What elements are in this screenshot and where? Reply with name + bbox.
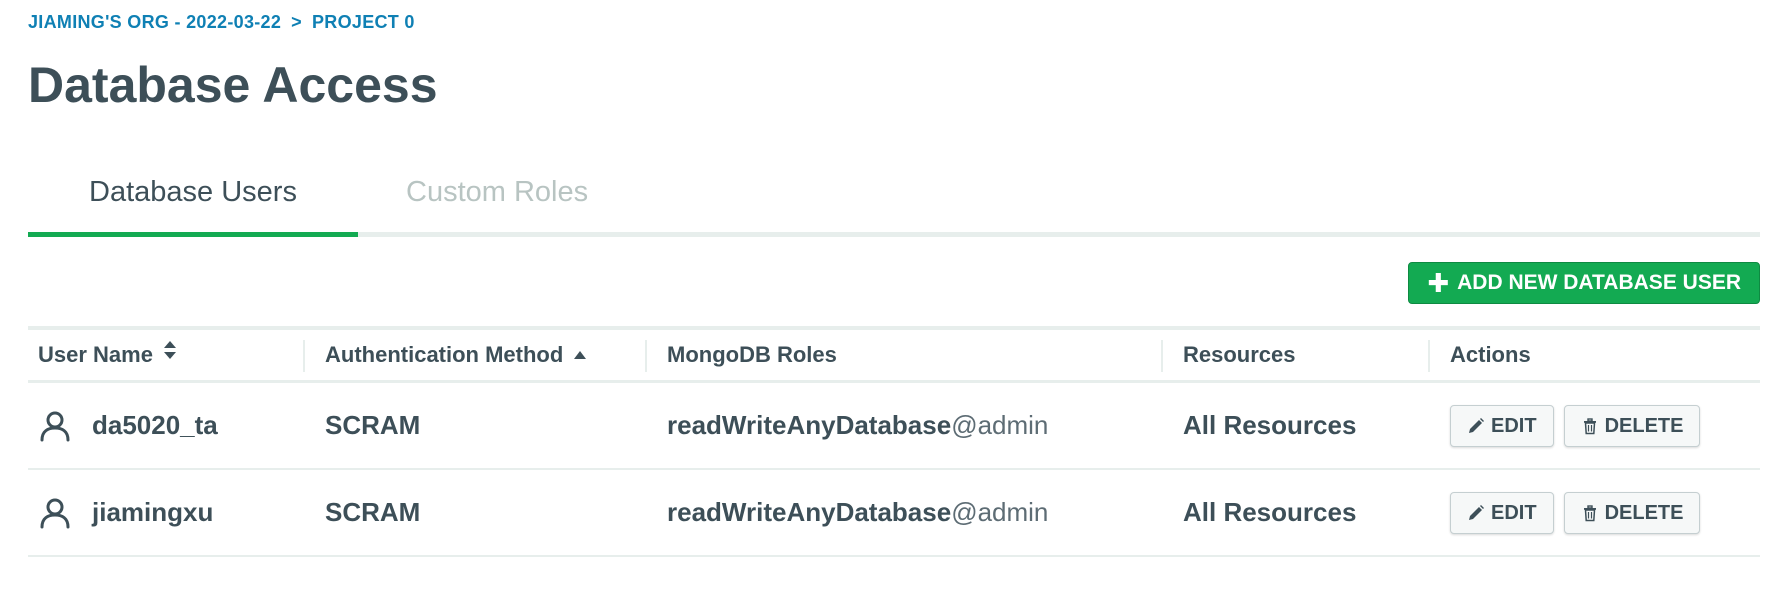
user-name: da5020_ta bbox=[92, 410, 218, 440]
auth-method-cell: SCRAM bbox=[325, 497, 421, 527]
edit-button-label: EDIT bbox=[1491, 414, 1537, 437]
tab-bar: Database Users Custom Roles bbox=[28, 164, 1760, 237]
roles-cell: readWriteAnyDatabase@admin bbox=[667, 383, 1048, 468]
actions-cell: EDIT DELETE bbox=[1450, 383, 1701, 468]
role-name: readWriteAnyDatabase bbox=[667, 497, 952, 527]
pencil-icon bbox=[1469, 417, 1484, 433]
table-row: jiamingxu SCRAM readWriteAnyDatabase@adm… bbox=[28, 470, 1760, 557]
table-row: da5020_ta SCRAM readWriteAnyDatabase@adm… bbox=[28, 383, 1760, 470]
user-name: jiamingxu bbox=[92, 497, 214, 527]
user-name-cell: jiamingxu bbox=[38, 470, 213, 555]
trash-icon bbox=[1583, 504, 1596, 521]
breadcrumb-project-link[interactable]: PROJECT 0 bbox=[312, 12, 415, 32]
delete-button-label: DELETE bbox=[1604, 414, 1684, 437]
edit-button-label: EDIT bbox=[1491, 501, 1537, 524]
person-icon bbox=[40, 411, 70, 441]
column-header-mongodb-roles: MongoDB Roles bbox=[667, 342, 837, 367]
actions-cell: EDIT DELETE bbox=[1450, 470, 1701, 555]
tab-database-users[interactable]: Database Users bbox=[28, 164, 358, 237]
page-title: Database Access bbox=[28, 57, 438, 113]
column-divider bbox=[1161, 340, 1163, 372]
delete-button[interactable]: DELETE bbox=[1563, 491, 1701, 534]
edit-button[interactable]: EDIT bbox=[1450, 404, 1554, 447]
add-new-database-user-label: ADD NEW DATABASE USER bbox=[1457, 271, 1741, 294]
breadcrumb: JIAMING'S ORG - 2022-03-22 > PROJECT 0 bbox=[28, 12, 415, 33]
pencil-icon bbox=[1469, 504, 1484, 520]
database-users-table: User Name Authentication Method MongoDB … bbox=[28, 326, 1760, 557]
role-database: @admin bbox=[951, 410, 1049, 440]
edit-button[interactable]: EDIT bbox=[1450, 491, 1554, 534]
column-header-resources: Resources bbox=[1183, 342, 1296, 367]
plus-icon: ✚ bbox=[1427, 268, 1450, 298]
column-header-actions: Actions bbox=[1450, 342, 1531, 367]
column-header-authentication-method[interactable]: Authentication Method bbox=[325, 330, 587, 380]
breadcrumb-separator: > bbox=[291, 12, 302, 32]
table-header: User Name Authentication Method MongoDB … bbox=[28, 330, 1760, 383]
trash-icon bbox=[1583, 417, 1596, 434]
delete-button-label: DELETE bbox=[1604, 501, 1684, 524]
role-database: @admin bbox=[951, 497, 1049, 527]
role-name: readWriteAnyDatabase bbox=[667, 410, 952, 440]
column-header-label: Authentication Method bbox=[325, 342, 564, 367]
user-name-cell: da5020_ta bbox=[38, 383, 218, 468]
sort-ascending-icon bbox=[569, 347, 587, 363]
column-header-user-name[interactable]: User Name bbox=[38, 330, 177, 380]
tab-custom-roles[interactable]: Custom Roles bbox=[406, 164, 588, 232]
breadcrumb-org-link[interactable]: JIAMING'S ORG - 2022-03-22 bbox=[28, 12, 281, 32]
sort-both-icon bbox=[159, 341, 177, 363]
column-divider bbox=[645, 340, 647, 372]
resources-cell: All Resources bbox=[1183, 410, 1357, 440]
column-header-label: User Name bbox=[38, 342, 153, 367]
add-new-database-user-button[interactable]: ✚ ADD NEW DATABASE USER bbox=[1408, 262, 1760, 304]
roles-cell: readWriteAnyDatabase@admin bbox=[667, 470, 1048, 555]
column-divider bbox=[1428, 340, 1430, 372]
resources-cell: All Resources bbox=[1183, 497, 1357, 527]
person-icon bbox=[40, 498, 70, 528]
delete-button[interactable]: DELETE bbox=[1563, 404, 1701, 447]
auth-method-cell: SCRAM bbox=[325, 410, 421, 440]
column-divider bbox=[303, 340, 305, 372]
